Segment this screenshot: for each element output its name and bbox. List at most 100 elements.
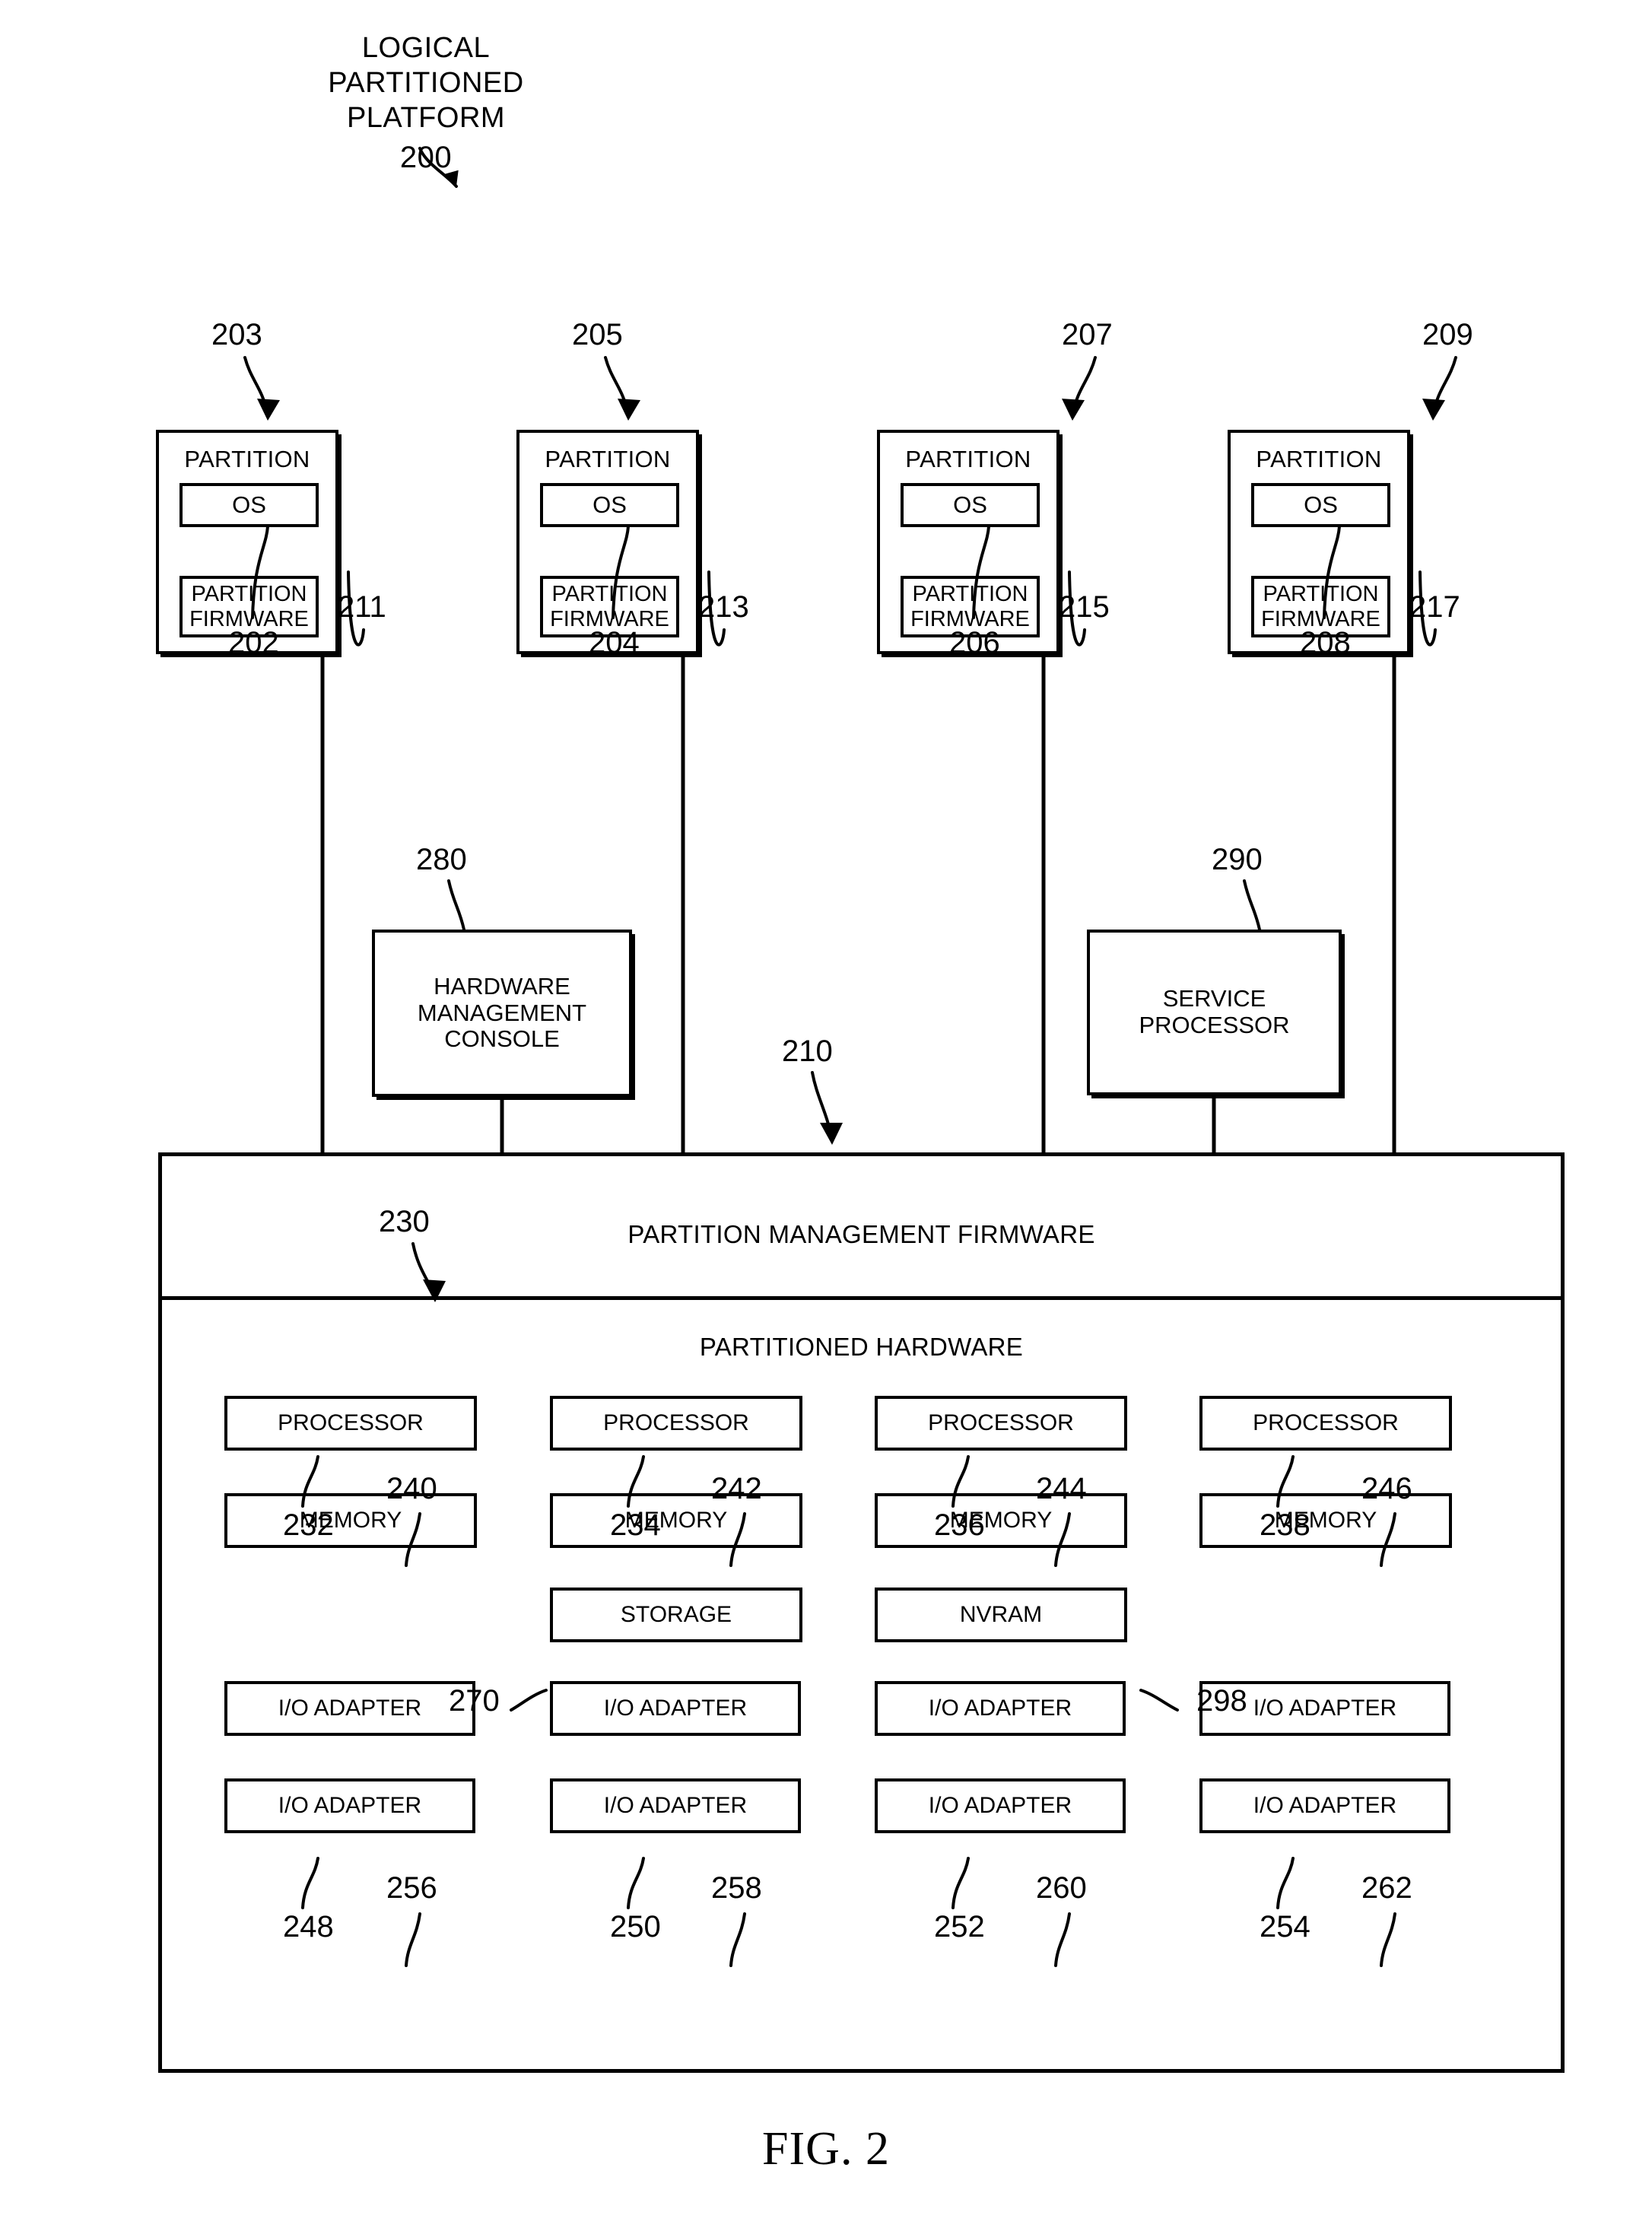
ref-numeral-os-4: 208	[1300, 626, 1351, 660]
ref-numeral-nvram: 298	[1196, 1684, 1247, 1718]
partition-title-1: PARTITION	[184, 446, 310, 472]
figure-title-line-3: PLATFORM	[346, 102, 506, 134]
memory-box-2[interactable]: MEMORY	[550, 1493, 802, 1548]
ref-numeral-partition-firmware-4: 217	[1409, 590, 1460, 624]
partition-title-4: PARTITION	[1256, 446, 1382, 472]
processor-box-4[interactable]: PROCESSOR	[1199, 1396, 1452, 1451]
ref-numeral-partition-3: 207	[1062, 318, 1113, 351]
partition-title-3: PARTITION	[905, 446, 1031, 472]
logical-partitioned-platform-frame: PARTITION MANAGEMENT FIRMWARE PARTITIONE…	[158, 1152, 1565, 2073]
io-adapter-box-3[interactable]: I/O ADAPTER	[875, 1681, 1126, 1736]
os-box-4[interactable]: OS	[1251, 483, 1390, 527]
os-box-3[interactable]: OS	[901, 483, 1040, 527]
service-processor-box[interactable]: SERVICE PROCESSOR	[1087, 930, 1342, 1095]
partition-title-2: PARTITION	[545, 446, 671, 472]
ref-numeral-partition-4: 209	[1422, 318, 1473, 351]
processor-box-1[interactable]: PROCESSOR	[224, 1396, 477, 1451]
nvram-label: NVRAM	[959, 1602, 1043, 1628]
ref-numeral-io-adapter-4: 254	[1260, 1910, 1310, 1944]
ref-numeral-os-3: 206	[949, 626, 1000, 660]
processor-box-2[interactable]: PROCESSOR	[550, 1396, 802, 1451]
os-box-2[interactable]: OS	[540, 483, 679, 527]
io-adapter-label-5: I/O ADAPTER	[278, 1793, 422, 1819]
partition-firmware-label-1: PARTITION FIRMWARE	[189, 582, 309, 631]
leader-210	[811, 1071, 834, 1140]
arrowhead-203	[257, 399, 280, 421]
processor-label-2: PROCESSOR	[603, 1410, 749, 1436]
ref-numeral-processor-2: 234	[610, 1508, 661, 1542]
hardware-management-console-box[interactable]: HARDWARE MANAGEMENT CONSOLE	[372, 930, 632, 1097]
io-adapter-label-6: I/O ADAPTER	[603, 1793, 748, 1819]
io-adapter-box-1[interactable]: I/O ADAPTER	[224, 1681, 475, 1736]
leader-205	[604, 356, 630, 416]
leader-209	[1431, 356, 1457, 416]
memory-box-3[interactable]: MEMORY	[875, 1493, 1127, 1548]
ref-numeral-os-1: 202	[228, 626, 279, 660]
arrowhead-210	[820, 1123, 843, 1145]
ref-numeral-os-2: 204	[589, 626, 640, 660]
ref-numeral-processor-1: 232	[283, 1508, 334, 1542]
ref-numeral-platform: 210	[782, 1035, 833, 1068]
partition-box-3[interactable]: PARTITION OS PARTITION FIRMWARE	[877, 430, 1060, 654]
figure-title-line-2: PARTITIONED	[328, 67, 524, 99]
processor-label-1: PROCESSOR	[278, 1410, 424, 1436]
ref-numeral-memory-3: 244	[1036, 1472, 1087, 1505]
io-adapter-box-7[interactable]: I/O ADAPTER	[875, 1778, 1126, 1833]
ref-numeral-io-adapter-8: 262	[1361, 1871, 1412, 1905]
ref-numeral-partition-firmware-1: 211	[338, 590, 386, 624]
figure-title: LOGICAL PARTITIONED PLATFORM 200	[327, 30, 525, 175]
leader-280	[447, 879, 465, 931]
partition-firmware-label-2: PARTITION FIRMWARE	[550, 582, 669, 631]
ref-numeral-io-adapter-6: 258	[711, 1871, 762, 1905]
io-adapter-label-1: I/O ADAPTER	[278, 1696, 422, 1721]
partitioned-hardware-label: PARTITIONED HARDWARE	[699, 1333, 1024, 1361]
io-adapter-label-4: I/O ADAPTER	[1253, 1696, 1397, 1721]
figure-title-ref: 200	[399, 141, 453, 174]
storage-box[interactable]: STORAGE	[550, 1588, 802, 1642]
memory-box-1[interactable]: MEMORY	[224, 1493, 477, 1548]
os-box-1[interactable]: OS	[179, 483, 319, 527]
ref-numeral-partition-firmware-2: 213	[698, 590, 749, 624]
partition-box-4[interactable]: PARTITION OS PARTITION FIRMWARE	[1228, 430, 1410, 654]
ref-numeral-partition-management-firmware: 230	[379, 1205, 430, 1238]
io-adapter-label-7: I/O ADAPTER	[928, 1793, 1072, 1819]
processor-box-3[interactable]: PROCESSOR	[875, 1396, 1127, 1451]
ref-numeral-service-processor: 290	[1212, 843, 1263, 876]
ref-numeral-io-adapter-5: 256	[386, 1871, 437, 1905]
ref-numeral-partition-2: 205	[572, 318, 623, 351]
ref-numeral-memory-2: 242	[711, 1472, 762, 1505]
partition-management-firmware-label: PARTITION MANAGEMENT FIRMWARE	[627, 1220, 1095, 1248]
partition-box-2[interactable]: PARTITION OS PARTITION FIRMWARE	[516, 430, 699, 654]
leader-290	[1243, 879, 1261, 931]
io-adapter-box-5[interactable]: I/O ADAPTER	[224, 1778, 475, 1833]
leader-203	[243, 356, 269, 416]
arrowhead-207	[1062, 399, 1085, 421]
ref-numeral-partition-firmware-3: 215	[1059, 590, 1110, 624]
os-label-4: OS	[1304, 491, 1338, 518]
os-label-1: OS	[232, 491, 266, 518]
ref-numeral-processor-4: 238	[1260, 1508, 1310, 1542]
partition-firmware-label-4: PARTITION FIRMWARE	[1261, 582, 1380, 631]
memory-box-4[interactable]: MEMORY	[1199, 1493, 1452, 1548]
io-adapter-label-3: I/O ADAPTER	[928, 1696, 1072, 1721]
ref-numeral-io-adapter-1: 248	[283, 1910, 334, 1944]
io-adapter-box-2[interactable]: I/O ADAPTER	[550, 1681, 801, 1736]
ref-numeral-io-adapter-2: 250	[610, 1910, 661, 1944]
nvram-box[interactable]: NVRAM	[875, 1588, 1127, 1642]
os-label-2: OS	[592, 491, 627, 518]
io-adapter-box-8[interactable]: I/O ADAPTER	[1199, 1778, 1450, 1833]
partition-firmware-label-3: PARTITION FIRMWARE	[910, 582, 1030, 631]
storage-label: STORAGE	[620, 1602, 732, 1628]
ref-numeral-processor-3: 236	[934, 1508, 985, 1542]
ref-numeral-partition-1: 203	[211, 318, 262, 351]
io-adapter-box-6[interactable]: I/O ADAPTER	[550, 1778, 801, 1833]
arrowheads	[257, 170, 1445, 1302]
arrowhead-205	[618, 399, 640, 421]
ref-numeral-hmc: 280	[416, 843, 467, 876]
figure-title-line-1: LOGICAL	[361, 32, 491, 64]
processor-label-4: PROCESSOR	[1253, 1410, 1399, 1436]
partition-box-1[interactable]: PARTITION OS PARTITION FIRMWARE	[156, 430, 338, 654]
ref-numeral-io-adapter-7: 260	[1036, 1871, 1087, 1905]
processor-label-3: PROCESSOR	[928, 1410, 1074, 1436]
ref-numeral-memory-1: 240	[386, 1472, 437, 1505]
